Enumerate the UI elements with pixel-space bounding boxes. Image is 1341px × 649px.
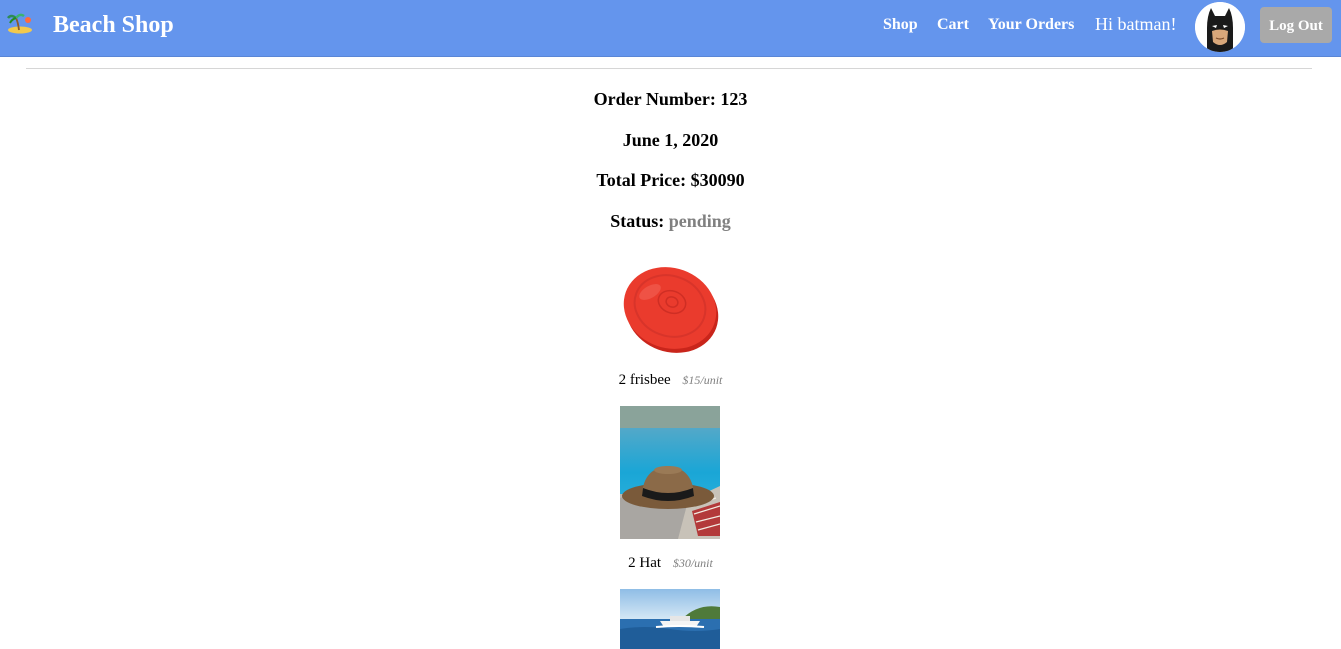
order-total: Total Price: $30090 [0,170,1341,191]
order-number-value: 123 [720,89,748,109]
frisbee-image [620,258,720,358]
nav-your-orders-link[interactable]: Your Orders [988,16,1074,34]
beach-logo-icon [7,13,32,34]
order-status: Status: pending [0,211,1341,232]
item-unit-price: $30/unit [672,556,713,570]
order-date: June 1, 2020 [622,130,719,150]
item-quantity: 2 [618,372,627,388]
total-price-label: Total Price: [596,170,687,190]
status-label: Status: [610,211,665,231]
brand-title[interactable]: Beach Shop [53,12,174,39]
item-name: frisbee [629,372,671,388]
list-item: 2 Hat $30/unit [0,555,1341,572]
total-price-value: $30090 [690,170,745,190]
nav-cart-link[interactable]: Cart [937,16,969,34]
item-name: Hat [639,555,662,571]
order-number: Order Number: 123 [0,89,1341,110]
batman-avatar-icon [1195,2,1245,52]
divider [26,68,1312,69]
list-item: 2 frisbee $15/unit [0,372,1341,389]
logout-button[interactable]: Log Out [1260,7,1332,43]
item-unit-price: $15/unit [682,373,723,387]
boat-image [620,589,720,649]
order-number-label: Order Number: [593,89,716,109]
user-greeting: Hi batman! [1095,14,1177,34]
navbar: Beach Shop Shop Cart Your Orders Hi batm… [0,0,1341,57]
avatar[interactable] [1195,2,1245,52]
status-badge: pending [668,211,731,231]
hat-image [620,406,720,539]
nav-shop-link[interactable]: Shop [883,16,918,34]
item-quantity: 2 [628,555,636,571]
